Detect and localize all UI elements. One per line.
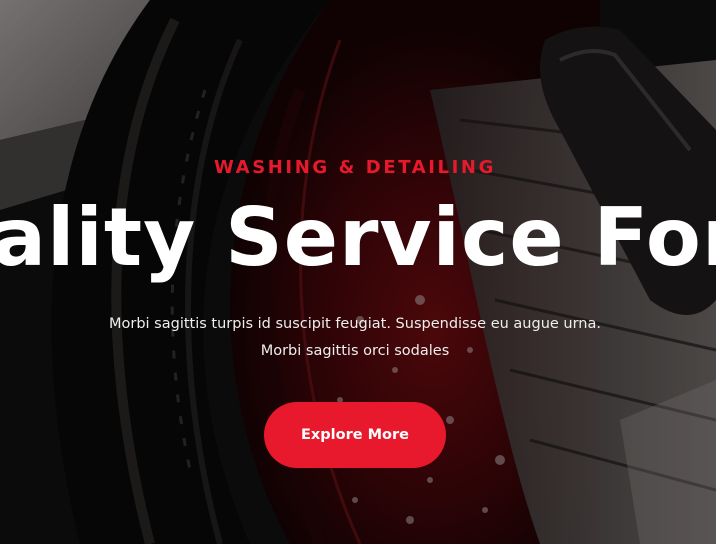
hero-eyebrow: WASHING & DETAILING: [214, 157, 496, 178]
hero-section: WASHING & DETAILING ality Service For Yo…: [0, 0, 716, 544]
hero-content: WASHING & DETAILING ality Service For Yo…: [0, 0, 716, 544]
hero-headline: ality Service For Yo: [0, 191, 716, 284]
hero-description: Morbi sagittis turpis id suscipit feugia…: [109, 316, 601, 359]
explore-more-button[interactable]: Explore More: [264, 402, 446, 468]
